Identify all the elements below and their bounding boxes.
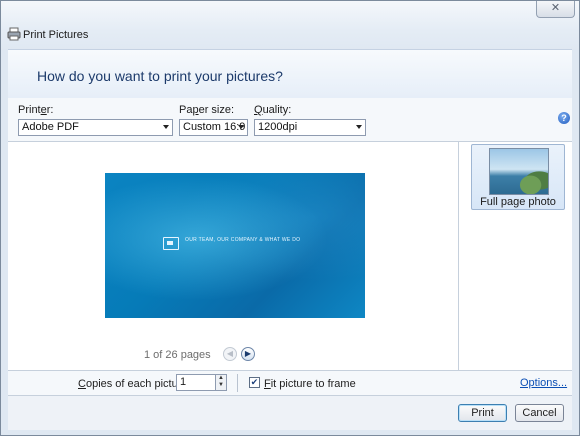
print-pictures-dialog: Print Pictures ✕ How do you want to prin… [0, 0, 580, 436]
picture-caption: OUR TEAM, OUR COMPANY & WHAT WE DO [185, 237, 301, 243]
window-title: Print Pictures [23, 29, 89, 41]
options-bar: Copies of each picture: 1 ▲ ▼ ✔ Fit pict… [8, 370, 572, 395]
printer-icon [7, 27, 21, 41]
options-link[interactable]: Options... [520, 377, 567, 389]
page-status: 1 of 26 pages [144, 349, 211, 361]
chevron-down-icon [356, 125, 362, 129]
paper-size-label: Paper size: [179, 104, 235, 116]
logo-icon [163, 237, 179, 250]
close-button[interactable]: ✕ [536, 1, 575, 18]
preview-pane: OUR TEAM, OUR COMPANY & WHAT WE DO 1 of … [8, 141, 459, 370]
chevron-down-icon [163, 125, 169, 129]
arrow-left-icon: ◀ [226, 349, 234, 358]
paper-size-select[interactable]: Custom 16:9 [179, 119, 248, 136]
quality-value: 1200dpi [258, 121, 298, 133]
chevron-down-icon [238, 125, 244, 129]
copies-label: Copies of each picture: [78, 378, 191, 390]
quality-label: Quality: [254, 104, 292, 116]
layout-label: Full page photo [480, 196, 556, 208]
dialog-header: How do you want to print your pictures? [8, 49, 572, 99]
print-button[interactable]: Print [458, 404, 507, 422]
fit-picture-checkbox[interactable]: ✔ [249, 377, 260, 388]
picture-preview: OUR TEAM, OUR COMPANY & WHAT WE DO [105, 173, 365, 318]
layout-item-full-page-photo[interactable]: Full page photo [471, 144, 565, 210]
fit-picture-label: Fit picture to frame [264, 378, 356, 390]
spin-down-icon[interactable]: ▼ [216, 382, 226, 389]
help-icon[interactable]: ? [558, 112, 570, 124]
printer-value: Adobe PDF [22, 121, 79, 133]
printer-select[interactable]: Adobe PDF [18, 119, 173, 136]
printer-label: Printer: [18, 104, 54, 116]
copies-input[interactable]: 1 [176, 374, 218, 391]
quality-select[interactable]: 1200dpi [254, 119, 366, 136]
dialog-footer: Print Cancel [8, 395, 572, 430]
title-bar: Print Pictures ✕ [1, 1, 579, 49]
arrow-right-icon: ▶ [244, 349, 252, 358]
close-icon: ✕ [550, 2, 561, 14]
spin-up-icon[interactable]: ▲ [216, 375, 226, 382]
layout-thumbnail [489, 148, 549, 195]
previous-page-button[interactable]: ◀ [223, 347, 237, 361]
dialog-heading: How do you want to print your pictures? [37, 68, 283, 84]
copies-spinner[interactable]: ▲ ▼ [215, 374, 227, 391]
next-page-button[interactable]: ▶ [241, 347, 255, 361]
divider [237, 374, 238, 392]
paper-size-value: Custom 16:9 [183, 121, 246, 133]
layout-list: Full page photo [459, 141, 572, 370]
dialog-content: Printer: Adobe PDF Paper size: Custom 16… [8, 98, 572, 430]
cancel-button[interactable]: Cancel [515, 404, 564, 422]
